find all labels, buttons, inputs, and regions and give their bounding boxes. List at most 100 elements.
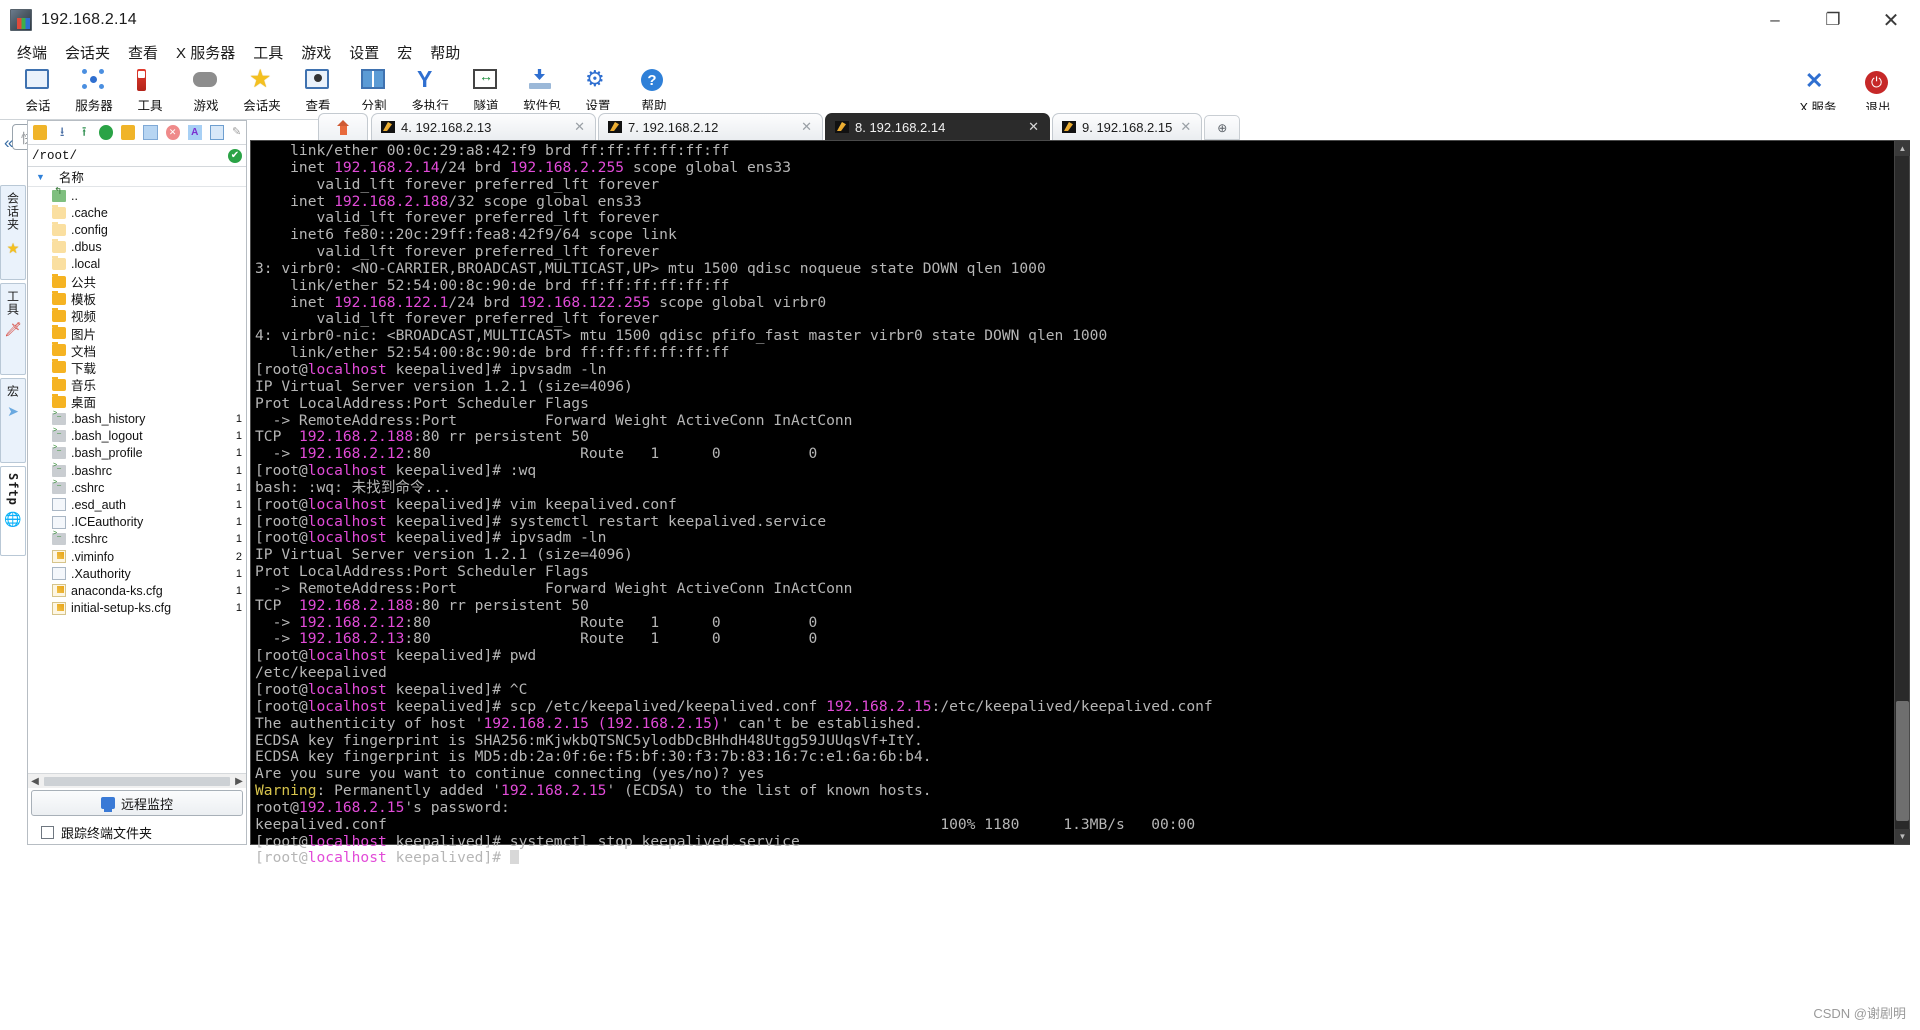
- scroll-down-icon[interactable]: ▼: [1895, 829, 1910, 844]
- file-row[interactable]: 音乐: [28, 376, 246, 393]
- terminal-text: :80 rr persistent 50: [413, 428, 589, 446]
- file-row[interactable]: 视频: [28, 307, 246, 324]
- file-row[interactable]: .esd_auth 1: [28, 496, 246, 513]
- terminal-text: keepalived]#: [386, 849, 510, 867]
- delete-icon[interactable]: ✕: [165, 125, 180, 140]
- new-file-icon[interactable]: [143, 125, 158, 140]
- toolbar-session[interactable]: 会话: [10, 65, 66, 114]
- upload-icon[interactable]: ⭱: [77, 125, 91, 140]
- session-tab-3[interactable]: 8. 192.168.2.14 ✕: [825, 113, 1050, 140]
- toolbar-split[interactable]: 分割: [346, 65, 402, 114]
- file-row[interactable]: 下载: [28, 359, 246, 376]
- new-tab-button[interactable]: ⊕: [1204, 115, 1241, 140]
- vtab-tools[interactable]: 工具 🗡: [0, 283, 26, 375]
- sftp-file-list[interactable]: .. .cache .config .dbus .local 公共模板视频图片文档下载音乐…: [28, 187, 246, 788]
- file-row[interactable]: .tcshrc 1: [28, 530, 246, 548]
- file-row[interactable]: .viminfo 2: [28, 548, 246, 565]
- file-row[interactable]: 图片: [28, 325, 246, 342]
- toolbar-help[interactable]: ? 帮助: [626, 65, 682, 114]
- remote-monitoring-button[interactable]: 远程监控: [31, 790, 243, 816]
- terminal-text: keepalived]# ^C: [386, 681, 528, 698]
- home-tab[interactable]: [318, 113, 368, 140]
- session-tab-2[interactable]: 7. 192.168.2.12 ✕: [598, 113, 823, 140]
- follow-terminal-checkbox[interactable]: [41, 826, 54, 839]
- maximize-button[interactable]: ❐: [1804, 0, 1862, 40]
- file-row[interactable]: .dbus: [28, 239, 246, 256]
- monitor-icon: [100, 797, 115, 812]
- menu-xserver[interactable]: X 服务器: [167, 40, 244, 65]
- terminal-line: [root@localhost keepalived]# :wq: [255, 462, 1893, 480]
- menu-terminal[interactable]: 终端: [8, 40, 56, 65]
- terminal-scrollbar[interactable]: ▲ ▼: [1894, 141, 1910, 844]
- file-row[interactable]: 桌面: [28, 393, 246, 410]
- scroll-up-icon[interactable]: ▲: [1895, 141, 1910, 156]
- scroll-right-icon[interactable]: ▶: [232, 776, 246, 787]
- file-row[interactable]: .Xauthority 1: [28, 565, 246, 582]
- file-row[interactable]: .bashrc 1: [28, 462, 246, 479]
- scroll-left-icon[interactable]: ◀: [28, 776, 42, 787]
- file-name: .esd_auth: [71, 497, 126, 512]
- menu-macros[interactable]: 宏: [388, 40, 421, 65]
- close-button[interactable]: ✕: [1862, 0, 1920, 40]
- follow-terminal-folder-row[interactable]: 跟踪终端文件夹: [28, 823, 246, 842]
- file-row[interactable]: anaconda-ks.cfg 1: [28, 582, 246, 599]
- close-icon[interactable]: ✕: [1180, 119, 1191, 135]
- vtab-sessions[interactable]: 会话夹 ★: [0, 185, 26, 280]
- scroll-thumb[interactable]: [44, 776, 230, 786]
- edit-icon[interactable]: ✎: [232, 125, 246, 140]
- file-row[interactable]: .ICEauthority 1: [28, 514, 246, 531]
- file-row[interactable]: ..: [28, 187, 246, 204]
- file-row[interactable]: 文档: [28, 342, 246, 359]
- terminal-text: 192.168.2.15: [826, 697, 932, 715]
- toolbar-games[interactable]: 游戏: [178, 65, 234, 114]
- menu-tools[interactable]: 工具: [244, 40, 292, 65]
- vtab-sftp[interactable]: Sftp 🌐: [0, 466, 26, 556]
- terminal-text: /etc/keepalived: [255, 664, 387, 682]
- toolbar-exit[interactable]: ⏻ 退出: [1848, 67, 1908, 116]
- menu-sessions[interactable]: 会话夹: [56, 40, 119, 65]
- toolbar-tools[interactable]: 工具: [122, 65, 178, 114]
- file-row[interactable]: .bash_history 1: [28, 410, 246, 427]
- file-row[interactable]: 公共: [28, 273, 246, 290]
- toolbar-view[interactable]: 查看: [290, 65, 346, 114]
- terminal-panel[interactable]: link/ether 00:0c:29:a8:42:f9 brd ff:ff:f…: [250, 140, 1910, 866]
- sftp-column-header[interactable]: ▼ 名称: [28, 167, 246, 187]
- new-folder-icon[interactable]: [121, 125, 136, 140]
- toolbar-sessions-folder[interactable]: ★ 会话夹: [234, 65, 290, 114]
- file-row[interactable]: 模板: [28, 290, 246, 307]
- sftp-path-input[interactable]: /root/: [32, 149, 228, 163]
- file-row[interactable]: initial-setup-ks.cfg 1: [28, 600, 246, 617]
- session-tab-1[interactable]: 4. 192.168.2.13 ✕: [371, 113, 596, 140]
- file-row[interactable]: .local: [28, 256, 246, 273]
- refresh-icon[interactable]: [99, 125, 114, 140]
- sftp-horizontal-scrollbar[interactable]: ◀ ▶: [28, 773, 246, 788]
- menu-help[interactable]: 帮助: [421, 40, 469, 65]
- toolbar-xserver[interactable]: ✕ X 服务: [1788, 67, 1848, 116]
- file-name: 图片: [71, 327, 97, 342]
- toolbar-tunneling[interactable]: 隧道: [458, 65, 514, 114]
- minimize-button[interactable]: –: [1746, 0, 1804, 40]
- view-mode-icon[interactable]: [209, 125, 224, 140]
- file-row[interactable]: .cshrc 1: [28, 479, 246, 496]
- toolbar-settings[interactable]: ⚙ 设置: [570, 65, 626, 114]
- file-row[interactable]: .bash_logout 1: [28, 427, 246, 445]
- file-row[interactable]: .bash_profile 1: [28, 444, 246, 462]
- close-icon[interactable]: ✕: [801, 119, 812, 135]
- vtab-macros[interactable]: 宏 ➤: [0, 378, 26, 463]
- terminal-scroll-thumb[interactable]: [1896, 701, 1909, 821]
- toolbar-multiexec[interactable]: Y 多执行: [402, 65, 458, 114]
- menu-view[interactable]: 查看: [119, 40, 167, 65]
- text-mode-icon[interactable]: A: [187, 125, 202, 140]
- close-icon[interactable]: ✕: [574, 119, 585, 135]
- menu-settings[interactable]: 设置: [340, 40, 388, 65]
- toolbar-packages[interactable]: 软件包: [514, 65, 570, 114]
- session-tab-4[interactable]: 9. 192.168.2.15 ✕: [1052, 113, 1203, 140]
- parent-folder-icon[interactable]: [33, 125, 48, 140]
- chevron-left-double-icon[interactable]: «: [4, 133, 13, 153]
- download-icon[interactable]: ⭳: [55, 125, 69, 140]
- file-row[interactable]: .config: [28, 221, 246, 238]
- toolbar-servers[interactable]: 服务器: [66, 65, 122, 114]
- menu-games[interactable]: 游戏: [292, 40, 340, 65]
- close-icon[interactable]: ✕: [1028, 119, 1039, 135]
- file-row[interactable]: .cache: [28, 204, 246, 221]
